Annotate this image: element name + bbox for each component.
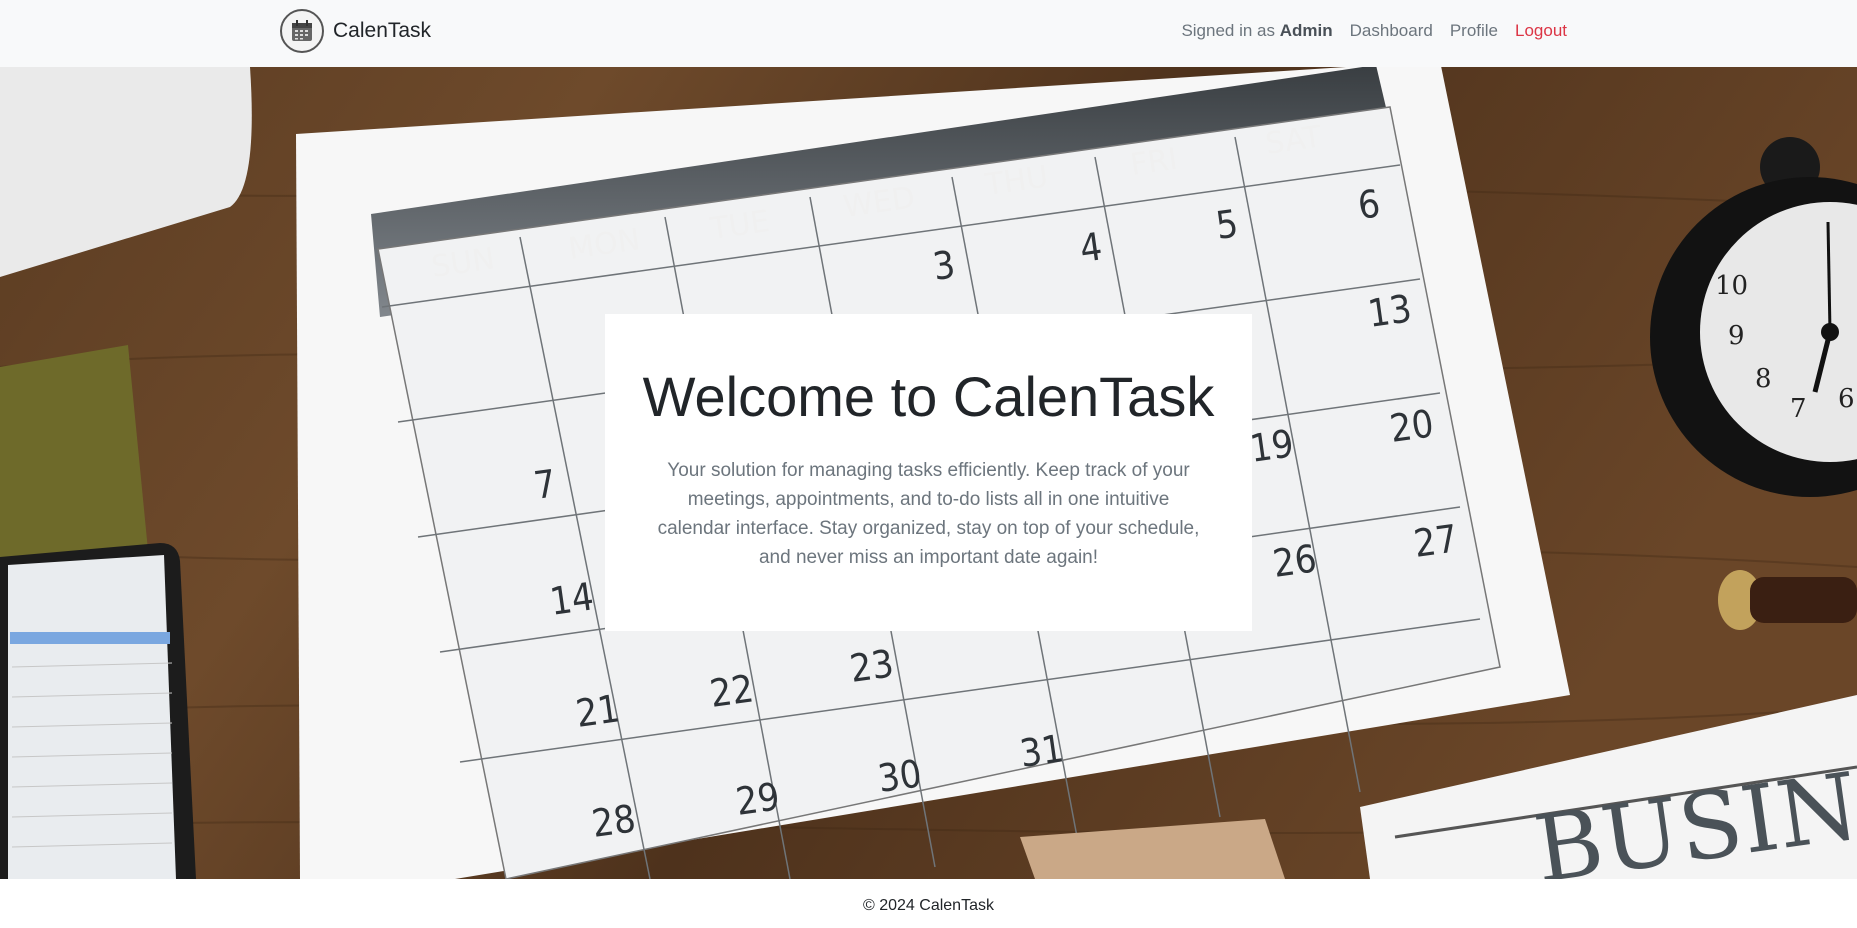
signed-in-user: Admin [1279,21,1333,40]
svg-text:9: 9 [1728,321,1745,351]
nav-links: Signed in as Admin Dashboard Profile Log… [1181,21,1567,41]
hero-section: SUN MON TUE WED THU FRI SAT 3 4 5 6 13 2… [0,67,1857,879]
navbar: CalenTask Signed in as Admin Dashboard P… [0,0,1857,67]
svg-text:6: 6 [1838,384,1855,414]
hero-title: Welcome to CalenTask [642,365,1215,428]
svg-text:8: 8 [1755,364,1772,394]
svg-text:20: 20 [1387,401,1436,451]
svg-text:14: 14 [547,574,596,624]
svg-text:FRI: FRI [1128,142,1179,183]
svg-text:19: 19 [1247,421,1296,471]
svg-text:26: 26 [1270,536,1319,586]
footer-copyright: © 2024 CalenTask [863,897,994,914]
signed-in-prefix: Signed in as [1181,21,1276,40]
calendar-icon [280,9,324,53]
svg-text:29: 29 [733,774,782,824]
svg-text:30: 30 [875,751,924,801]
svg-text:31: 31 [1017,726,1066,776]
nav-logout-link[interactable]: Logout [1515,21,1567,41]
svg-text:13: 13 [1365,286,1414,336]
hero-description: Your solution for managing tasks efficie… [657,459,1200,568]
svg-text:10: 10 [1715,271,1748,301]
brand-name: CalenTask [333,19,432,42]
svg-text:22: 22 [707,666,756,716]
svg-text:23: 23 [847,641,896,691]
svg-text:28: 28 [589,796,638,846]
svg-text:21: 21 [573,686,622,736]
nav-profile-link[interactable]: Profile [1450,21,1498,41]
brand-link[interactable]: CalenTask [280,9,431,53]
svg-text:7: 7 [1790,394,1807,424]
svg-text:27: 27 [1411,516,1460,566]
nav-dashboard-link[interactable]: Dashboard [1350,21,1433,41]
footer: © 2024 CalenTask [0,879,1857,928]
welcome-card: Welcome to CalenTask Your solution for m… [605,314,1252,631]
signed-in-text: Signed in as Admin [1181,21,1332,41]
